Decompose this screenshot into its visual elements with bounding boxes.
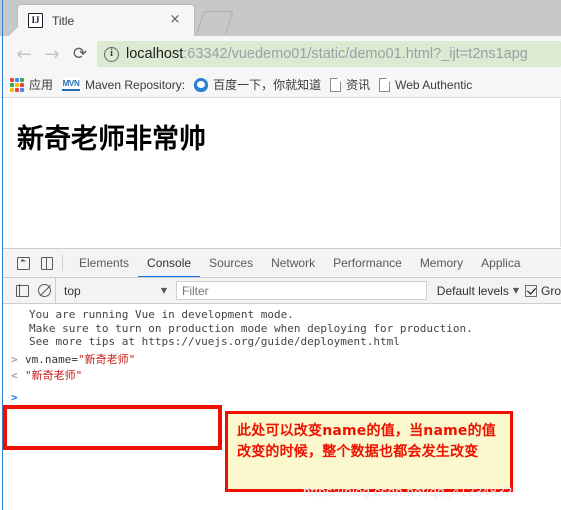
console-command-value: "新奇老师" [77, 352, 136, 366]
reload-icon[interactable]: ⟳ [66, 40, 94, 68]
address-bar-path: :63342/vuedemo01/static/demo01.html?_ijt… [183, 46, 528, 62]
console-prompt-row[interactable]: > [3, 390, 561, 406]
bookmarks-bar: 应用 MVN Maven Repository: 百度一下，你就知道 资讯 We… [0, 72, 561, 98]
console-prompt-icon: > [11, 390, 18, 404]
bookmark-label: Web Authentic [395, 77, 473, 92]
bookmark-label: Maven Repository: [85, 77, 186, 92]
console-message-line: See more tips at https://vuejs.org/guide… [29, 335, 400, 348]
tab-strip: IJ Title × [0, 0, 561, 36]
execution-context-value: top [64, 283, 81, 298]
execution-context-select[interactable]: top ▼ [55, 278, 173, 303]
bookmark-label: 应用 [29, 78, 54, 92]
new-tab-button[interactable] [196, 11, 234, 34]
chevron-down-icon: ▼ [160, 286, 167, 295]
console-input-prompt-icon: > [11, 352, 18, 366]
toolbar-divider [62, 255, 63, 271]
bookmark-label: 百度一下，你就知道 [213, 78, 322, 92]
devtools-panel: Elements Console Sources Network Perform… [3, 248, 561, 510]
tab-performance[interactable]: Performance [324, 249, 411, 277]
address-bar-url: localhost:63342/vuedemo01/static/demo01.… [126, 46, 528, 62]
inspect-element-icon[interactable] [11, 249, 35, 277]
browser-tab[interactable]: IJ Title × [18, 5, 194, 36]
annotation-callout-text: 此处可以改变name的值，当name的值改变的时候，整个数据也都会发生改变 [237, 423, 496, 460]
annotation-callout: 此处可以改变name的值，当name的值改变的时候，整个数据也都会发生改变 [225, 411, 513, 492]
page-title: 新奇老师非常帅 [17, 124, 206, 155]
address-bar-host: localhost [126, 46, 184, 62]
bookmark-maven[interactable]: MVN Maven Repository: [62, 78, 185, 92]
watermark: https://blog.csdn.net/qq_41234832 [303, 484, 513, 499]
close-icon[interactable]: × [168, 13, 182, 27]
tab-application[interactable]: Applica [472, 249, 529, 277]
browser-window: IJ Title × ← → ⟳ i localhost:63342/vuede… [0, 0, 561, 510]
log-levels-select[interactable]: Default levels ▼ [427, 284, 525, 298]
page-viewport: 新奇老师非常帅 [3, 99, 561, 247]
page-icon [330, 77, 342, 92]
console-message-vue: You are running Vue in development mode.… [3, 304, 561, 349]
group-similar-toggle[interactable]: Gro [524, 283, 561, 298]
forward-icon[interactable]: → [38, 40, 66, 68]
back-icon[interactable]: ← [10, 40, 38, 68]
tab-console[interactable]: Console [138, 249, 200, 277]
tab-title: Title [52, 13, 75, 28]
console-toolbar: top ▼ Default levels ▼ Gro [3, 278, 561, 304]
device-toolbar-icon[interactable] [35, 249, 59, 277]
tab-elements[interactable]: Elements [70, 249, 138, 277]
console-message-line: Make sure to turn on production mode whe… [29, 321, 473, 335]
console-result-row: < "新奇老师" [3, 368, 561, 384]
sidebar-toggle-icon[interactable] [11, 278, 33, 303]
bookmark-web-authentic[interactable]: Web Authentic [379, 77, 473, 92]
bookmark-apps[interactable]: 应用 [10, 76, 53, 93]
clear-console-icon[interactable] [33, 278, 55, 303]
annotation-highlight-box [3, 405, 222, 450]
console-message-line: You are running Vue in development mode. [29, 308, 294, 321]
console-command-text: vm.name="新奇老师" [25, 352, 136, 366]
group-similar-label: Gro [540, 283, 561, 298]
tab-sources[interactable]: Sources [200, 249, 262, 277]
intellij-idea-icon: IJ [28, 13, 43, 28]
console-output[interactable]: You are running Vue in development mode.… [3, 304, 561, 509]
browser-toolbar: ← → ⟳ i localhost:63342/vuedemo01/static… [0, 36, 561, 72]
tab-network[interactable]: Network [262, 249, 324, 277]
window-left-edge [2, 0, 3, 510]
devtools-tab-bar: Elements Console Sources Network Perform… [3, 249, 561, 278]
site-info-icon[interactable]: i [104, 46, 119, 62]
console-command-row: > vm.name="新奇老师" [3, 352, 561, 368]
group-similar-checkbox[interactable] [524, 284, 537, 297]
log-levels-label: Default levels [436, 283, 509, 298]
apps-grid-icon [10, 77, 24, 92]
baidu-icon [194, 77, 209, 92]
console-output-prompt-icon: < [11, 368, 18, 382]
tab-memory[interactable]: Memory [411, 249, 472, 277]
bookmark-baidu[interactable]: 百度一下，你就知道 [194, 76, 321, 93]
bookmark-label: 资讯 [346, 78, 371, 92]
bookmark-news[interactable]: 资讯 [330, 76, 370, 93]
console-filter-input[interactable] [176, 281, 427, 300]
maven-icon: MVN [62, 78, 81, 91]
chevron-down-icon: ▼ [512, 286, 519, 295]
address-bar[interactable]: i localhost:63342/vuedemo01/static/demo0… [97, 41, 561, 67]
console-result-value: "新奇老师" [25, 368, 83, 382]
page-icon [379, 77, 391, 92]
